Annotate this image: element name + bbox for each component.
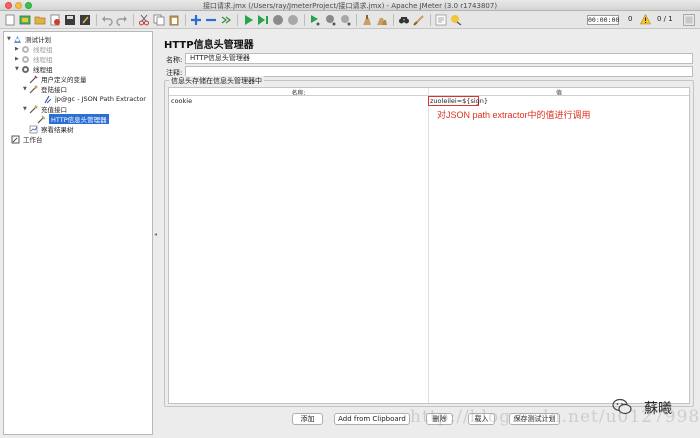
tree-node-user-variables[interactable]: 用户定义的变量 bbox=[29, 74, 87, 84]
tree-node-label: 测试计划 bbox=[25, 36, 51, 44]
shutdown-icon[interactable] bbox=[286, 13, 299, 26]
copy-icon[interactable] bbox=[152, 13, 165, 26]
function-helper-icon[interactable] bbox=[434, 13, 447, 26]
tree-node-header-manager[interactable]: HTTP信息头管理器 bbox=[37, 114, 109, 124]
tree-node-json-extractor[interactable]: jp@gc - JSON Path Extractor bbox=[43, 94, 146, 104]
collapse-icon[interactable] bbox=[204, 13, 217, 26]
tree-node-workbench[interactable]: 工作台 bbox=[11, 134, 43, 144]
remote-stop-icon[interactable] bbox=[323, 13, 336, 26]
sampler-icon bbox=[29, 85, 38, 94]
tree-node-label: 察看结果树 bbox=[41, 126, 74, 134]
tree-node-thread-group[interactable]: ▶ 线程组 bbox=[15, 44, 53, 54]
headers-group: 信息头存储在信息头管理器中 名称: 值 cookie zuoleilei=${s… bbox=[164, 76, 694, 407]
tree-node-label: 线程组 bbox=[33, 46, 53, 54]
header-manager-icon bbox=[37, 115, 46, 124]
undo-icon[interactable] bbox=[100, 13, 113, 26]
cut-icon[interactable] bbox=[137, 13, 150, 26]
active-threads: 0 / 1 bbox=[657, 15, 673, 23]
remote-start-icon[interactable] bbox=[308, 13, 321, 26]
tree-node-recharge-sampler[interactable]: ▼ 充值接口 bbox=[23, 104, 67, 114]
workbench-icon bbox=[11, 135, 20, 144]
warning-icon[interactable] bbox=[640, 13, 651, 25]
elapsed-timer: 00:00:00 bbox=[587, 15, 620, 25]
thread-group-icon bbox=[21, 65, 30, 74]
thread-group-icon bbox=[21, 55, 30, 64]
close-icon[interactable] bbox=[48, 13, 61, 26]
error-count: 0 bbox=[628, 15, 633, 23]
new-icon[interactable] bbox=[3, 13, 16, 26]
save-as-icon[interactable] bbox=[78, 13, 91, 26]
window-title: 接口请求.jmx (/Users/ray/JmeterProject/接口请求.… bbox=[202, 2, 498, 10]
column-header-name[interactable]: 名称: bbox=[169, 88, 428, 97]
table-cell-name[interactable]: cookie bbox=[171, 97, 192, 105]
clear-all-icon[interactable] bbox=[375, 13, 388, 26]
open-icon[interactable] bbox=[33, 13, 46, 26]
clear-icon[interactable] bbox=[360, 13, 373, 26]
redo-icon[interactable] bbox=[115, 13, 128, 26]
tree-node-label: 用户定义的变量 bbox=[41, 76, 87, 84]
help-icon[interactable] bbox=[449, 13, 462, 26]
paste-icon[interactable] bbox=[167, 13, 180, 26]
name-field[interactable]: HTTP信息头管理器 bbox=[185, 53, 693, 64]
tree-node-label: HTTP信息头管理器 bbox=[49, 114, 109, 124]
headers-table[interactable]: 名称: 值 cookie zuoleilei=${sign} bbox=[168, 87, 690, 404]
header-manager-panel: HTTP信息头管理器 名称: HTTP信息头管理器 注释: 信息头存储在信息头管… bbox=[159, 31, 697, 435]
add-button[interactable]: 添加 bbox=[292, 413, 323, 425]
name-label: 名称: bbox=[166, 56, 183, 64]
test-plan-tree[interactable]: ▼ 测试计划 ▶ 线程组 ▶ 线程组 ▼ 线程组 用户定义的变量 ▼ 登陆接口 … bbox=[3, 31, 153, 435]
templates-icon[interactable] bbox=[18, 13, 31, 26]
variables-icon bbox=[29, 75, 38, 84]
reset-search-icon[interactable] bbox=[412, 13, 425, 26]
toggle-icon[interactable] bbox=[219, 13, 232, 26]
expand-icon[interactable] bbox=[189, 13, 202, 26]
remote-shutdown-icon[interactable] bbox=[338, 13, 351, 26]
tree-node-thread-group[interactable]: ▶ 线程组 bbox=[15, 54, 53, 64]
watermark-brand-text: 蘇曦 bbox=[644, 401, 672, 417]
sampler-icon bbox=[29, 105, 38, 114]
tree-node-label: jp@gc - JSON Path Extractor bbox=[55, 95, 146, 103]
listener-icon bbox=[29, 125, 38, 134]
thread-group-icon bbox=[21, 45, 30, 54]
column-divider bbox=[428, 88, 429, 403]
threads-status-icon bbox=[683, 14, 695, 26]
stop-icon[interactable] bbox=[271, 13, 284, 26]
tree-node-label: 登陆接口 bbox=[41, 86, 67, 94]
tree-node-results-tree[interactable]: 察看结果树 bbox=[29, 124, 74, 134]
tree-node-test-plan[interactable]: ▼ 测试计划 bbox=[7, 34, 51, 44]
extractor-icon bbox=[43, 95, 52, 104]
save-icon[interactable] bbox=[63, 13, 76, 26]
toolbar: 00:00:00 0 0 / 1 bbox=[0, 11, 700, 29]
tree-node-label: 线程组 bbox=[33, 66, 53, 74]
tree-node-label: 线程组 bbox=[33, 56, 53, 64]
test-plan-icon bbox=[13, 35, 22, 44]
wechat-icon bbox=[612, 398, 632, 416]
tree-node-label: 工作台 bbox=[23, 136, 43, 144]
tree-node-thread-group[interactable]: ▼ 线程组 bbox=[15, 64, 53, 74]
search-icon[interactable] bbox=[397, 13, 410, 26]
watermark-brand: 蘇曦 bbox=[612, 396, 692, 420]
tree-node-label: 充值接口 bbox=[41, 106, 67, 114]
start-icon[interactable] bbox=[241, 13, 254, 26]
group-title: 信息头存储在信息头管理器中 bbox=[169, 76, 264, 86]
table-cell-value[interactable]: zuoleilei=${sign} bbox=[428, 96, 488, 106]
annotation-text: 对JSON path extractor中的值进行调用 bbox=[437, 110, 591, 120]
tree-node-login-sampler[interactable]: ▼ 登陆接口 bbox=[23, 84, 67, 94]
start-no-pause-icon[interactable] bbox=[256, 13, 269, 26]
add-from-clipboard-button[interactable]: Add from Clipboard bbox=[334, 413, 410, 425]
page-title: HTTP信息头管理器 bbox=[164, 40, 254, 51]
title-bar: 接口请求.jmx (/Users/ray/JmeterProject/接口请求.… bbox=[0, 0, 700, 11]
column-header-value[interactable]: 值 bbox=[429, 88, 689, 97]
splitter-handle-icon[interactable]: ◂ bbox=[154, 231, 157, 238]
